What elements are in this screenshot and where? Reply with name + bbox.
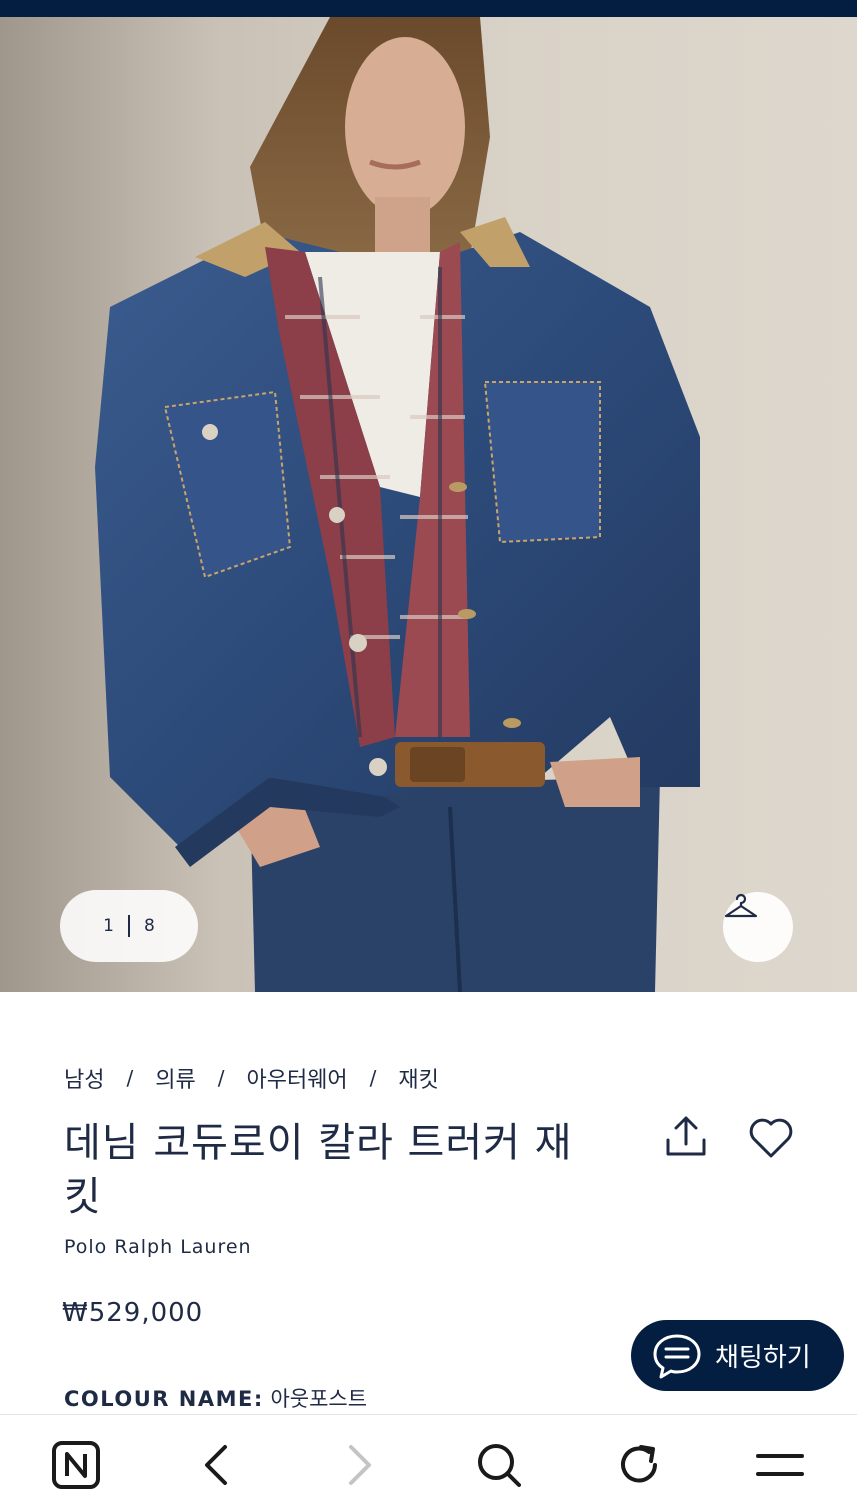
search-button[interactable] bbox=[473, 1439, 525, 1491]
product-brand[interactable]: Polo Ralph Lauren bbox=[64, 1236, 252, 1258]
chat-button[interactable]: 채팅하기 bbox=[631, 1320, 844, 1391]
share-icon bbox=[666, 1116, 706, 1156]
status-top-bar bbox=[0, 0, 857, 17]
back-button[interactable] bbox=[191, 1439, 243, 1491]
image-counter[interactable]: 1 8 bbox=[60, 890, 198, 962]
breadcrumb-item-jackets[interactable]: 재킷 bbox=[398, 1062, 438, 1094]
forward-arrow-icon bbox=[349, 1445, 371, 1485]
colour-name: COLOUR NAME: 아웃포스트 bbox=[64, 1383, 367, 1413]
hanger-icon bbox=[724, 893, 758, 918]
heart-icon bbox=[749, 1118, 793, 1158]
image-counter-divider bbox=[128, 915, 130, 937]
browser-toolbar bbox=[0, 1414, 857, 1501]
hanger-button[interactable] bbox=[723, 892, 793, 962]
share-button[interactable] bbox=[660, 1112, 712, 1164]
search-icon bbox=[478, 1444, 521, 1487]
wishlist-button[interactable] bbox=[745, 1112, 797, 1164]
menu-button[interactable] bbox=[754, 1439, 806, 1491]
product-title: 데님 코듀로이 칼라 트러커 재킷 bbox=[64, 1120, 573, 1220]
breadcrumb-separator: / bbox=[217, 1066, 225, 1090]
breadcrumb-separator: / bbox=[369, 1066, 377, 1090]
product-image[interactable]: 1 8 bbox=[0, 17, 857, 992]
back-arrow-icon bbox=[205, 1445, 227, 1485]
breadcrumb-separator: / bbox=[126, 1066, 134, 1090]
refresh-button[interactable] bbox=[613, 1439, 665, 1491]
forward-button[interactable] bbox=[333, 1439, 385, 1491]
chat-bubble-icon bbox=[653, 1334, 701, 1378]
naver-n-icon bbox=[52, 1441, 100, 1489]
naver-home-button[interactable] bbox=[50, 1439, 102, 1491]
colour-name-label: COLOUR NAME: bbox=[64, 1387, 264, 1411]
menu-icon bbox=[756, 1454, 804, 1476]
product-price: ₩529,000 bbox=[62, 1298, 204, 1328]
chat-button-label: 채팅하기 bbox=[715, 1343, 811, 1373]
refresh-icon bbox=[621, 1445, 657, 1483]
breadcrumb-item-clothing[interactable]: 의류 bbox=[155, 1062, 195, 1094]
breadcrumb: 남성 / 의류 / 아우터웨어 / 재킷 bbox=[64, 1062, 439, 1094]
product-photo-illustration bbox=[0, 17, 857, 992]
image-counter-total: 8 bbox=[144, 916, 155, 936]
image-counter-current: 1 bbox=[103, 916, 114, 936]
breadcrumb-item-men[interactable]: 남성 bbox=[64, 1062, 104, 1094]
colour-name-value: 아웃포스트 bbox=[270, 1387, 368, 1411]
breadcrumb-item-outerwear[interactable]: 아우터웨어 bbox=[246, 1062, 347, 1094]
